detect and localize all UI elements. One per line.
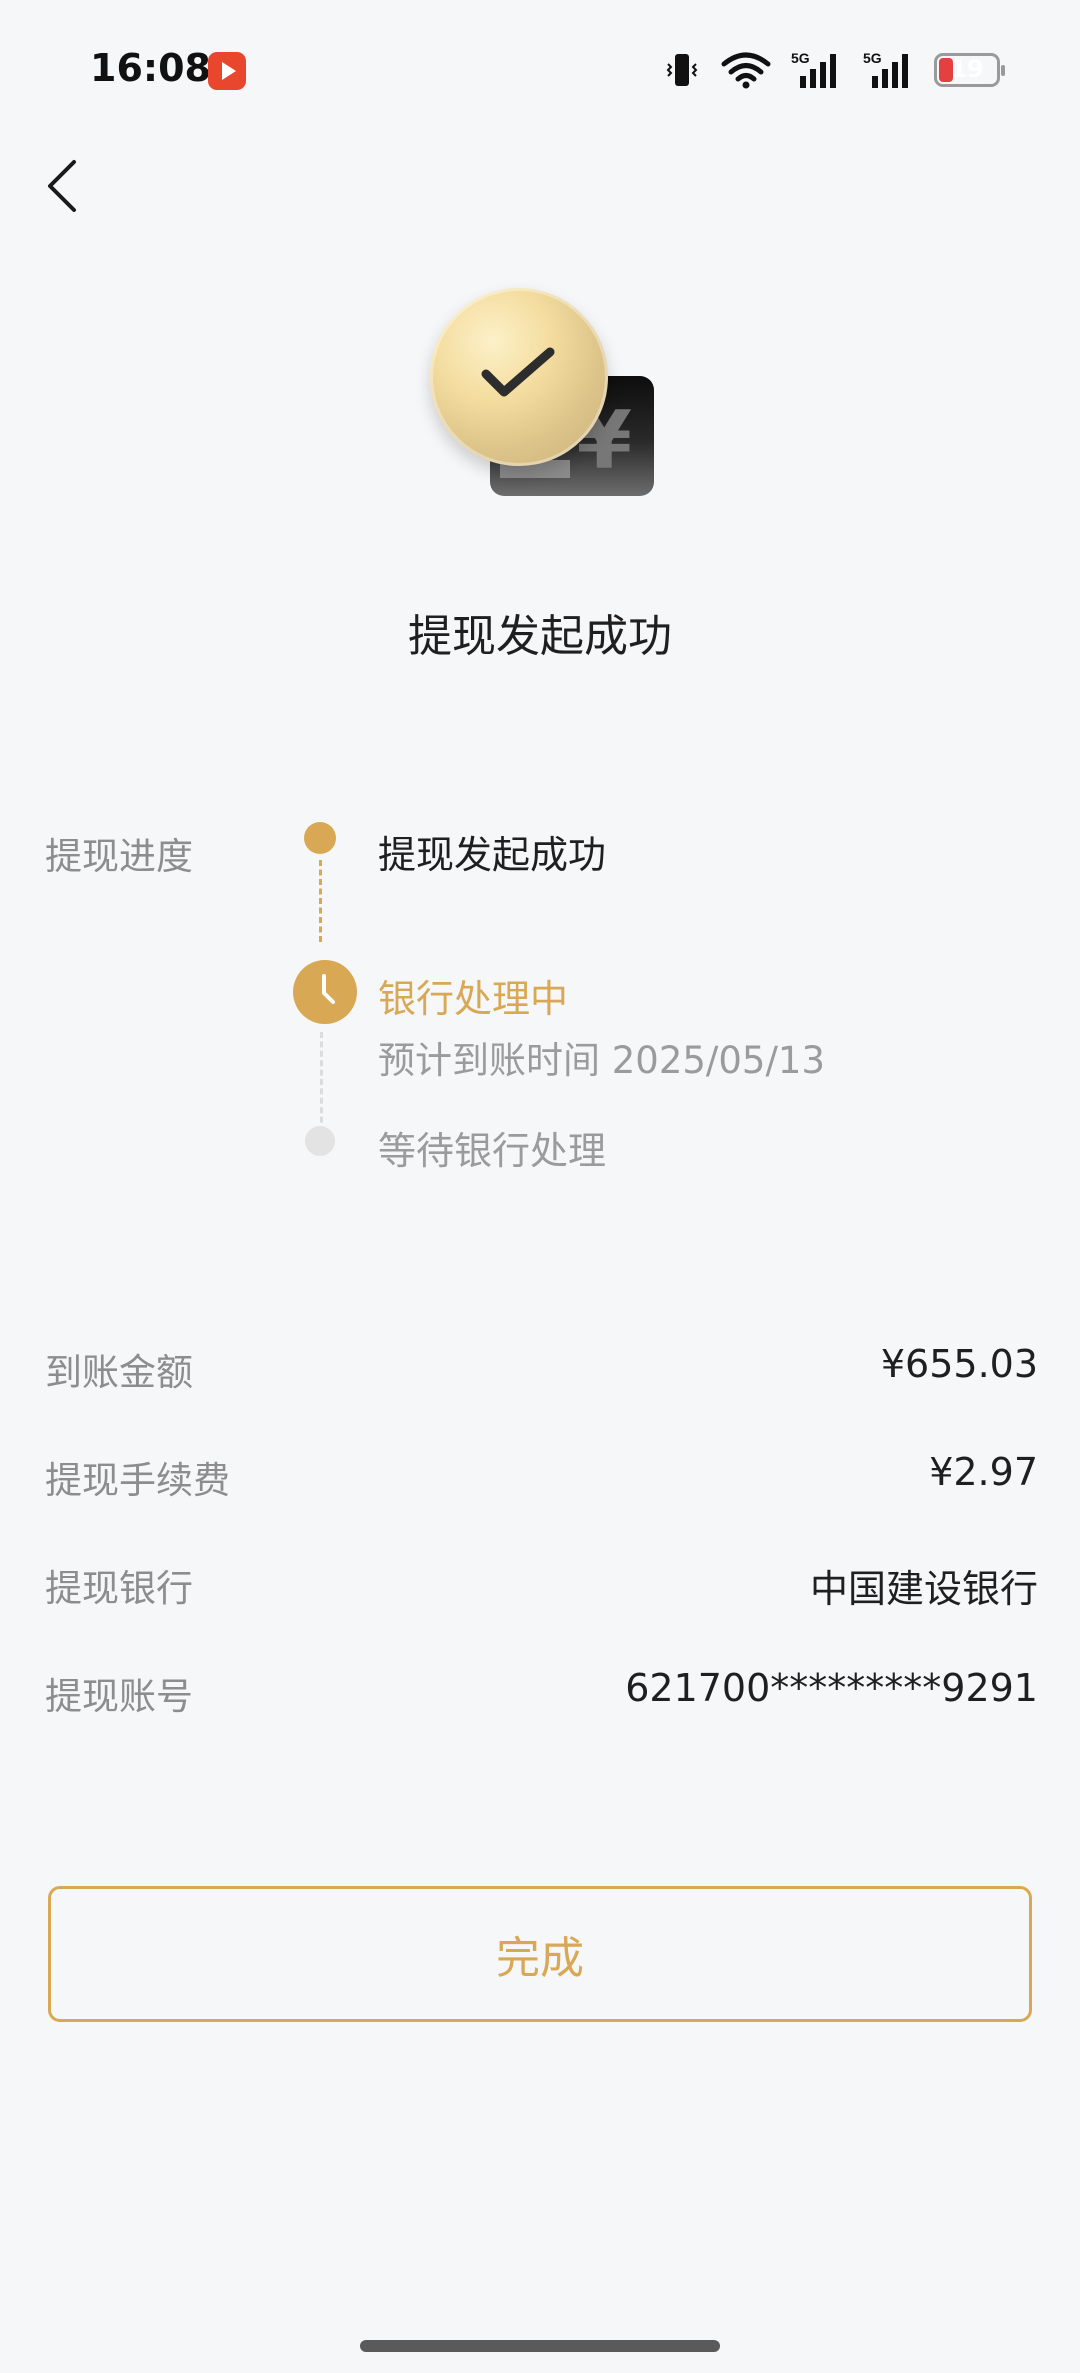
step-initiated-title: 提现发起成功 [378, 833, 607, 877]
video-app-notification-icon [208, 52, 246, 90]
withdraw-bank-value: 中国建设银行 [809, 1567, 1038, 1611]
cellular-signal-2-icon: 5G [863, 50, 908, 88]
signal-1-5g-label: 5G [791, 50, 810, 66]
step-pending-dot [305, 1126, 335, 1156]
withdraw-account-label: 提现账号 [45, 1675, 193, 1718]
battery-level: 19 [950, 55, 984, 83]
step-done-dot [304, 822, 336, 854]
signal-2-5g-label: 5G [863, 50, 882, 66]
timeline-connector-pending [320, 1032, 323, 1132]
home-indicator[interactable] [360, 2340, 720, 2352]
step-processing-eta: 预计到账时间 2025/05/13 [378, 1039, 826, 1082]
withdraw-bank-label: 提现银行 [45, 1567, 193, 1610]
wifi-icon [721, 52, 771, 89]
checkmark-coin-icon [430, 288, 608, 466]
status-time: 16:08 [90, 46, 211, 90]
system-icons: 5G 5G 19 [662, 48, 1005, 92]
clock-icon [293, 960, 357, 1024]
status-bar: 16:08 5G 5G 19 [0, 0, 1080, 140]
done-button[interactable]: 完成 [48, 1886, 1032, 2022]
cellular-signal-1-icon: 5G [791, 50, 836, 88]
received-amount-value: ¥655.03 [880, 1342, 1038, 1386]
vibrate-icon [666, 54, 698, 86]
withdraw-fee-label: 提现手续费 [45, 1459, 230, 1502]
progress-label: 提现进度 [45, 835, 193, 878]
timeline-connector-done [319, 860, 322, 942]
step-waiting-title: 等待银行处理 [378, 1129, 607, 1173]
step-processing-title: 银行处理中 [378, 977, 569, 1021]
received-amount-label: 到账金额 [45, 1351, 193, 1394]
chevron-left-icon [48, 160, 76, 212]
withdraw-account-value: 621700*********9291 [625, 1666, 1038, 1710]
success-illustration: ¥ [420, 280, 670, 510]
back-button[interactable] [40, 156, 90, 216]
page-title: 提现发起成功 [408, 611, 672, 662]
battery-icon: 19 [934, 53, 1005, 87]
withdraw-fee-value: ¥2.97 [929, 1450, 1038, 1494]
